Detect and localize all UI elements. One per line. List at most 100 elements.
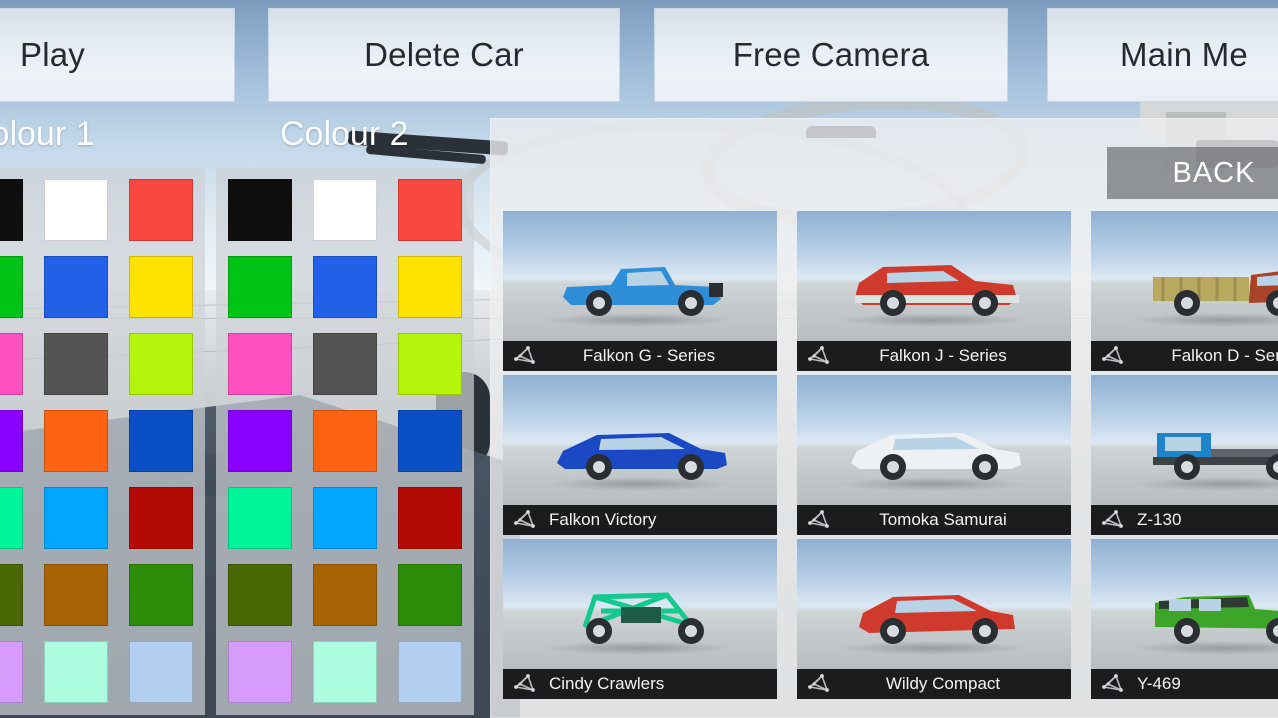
car-thumbnail: [797, 375, 1071, 505]
colour-swatch[interactable]: [0, 410, 23, 472]
colour-swatch[interactable]: [129, 256, 193, 318]
car-card[interactable]: Z-130: [1091, 375, 1278, 535]
colour-swatch[interactable]: [228, 179, 292, 241]
colour-swatch[interactable]: [398, 641, 462, 703]
colour-swatch[interactable]: [129, 641, 193, 703]
delete-car-button-label: Delete Car: [269, 36, 619, 74]
car-label: Falkon G - Series: [503, 341, 777, 371]
prefab-mesh-icon: [805, 673, 831, 695]
car-thumbnail: [797, 539, 1071, 669]
car-label: Wildy Compact: [797, 669, 1071, 699]
colour-swatch[interactable]: [0, 641, 23, 703]
prefab-mesh-icon: [1099, 345, 1125, 367]
car-name: Falkon J - Series: [837, 346, 1071, 366]
main-menu-button[interactable]: Main Me: [1047, 8, 1278, 102]
play-button-label: Play: [0, 36, 234, 74]
car-thumbnail: [1091, 539, 1278, 669]
car-thumbnail: [503, 539, 777, 669]
colour-swatch[interactable]: [0, 564, 23, 626]
prefab-mesh-icon: [511, 345, 537, 367]
car-grid: Falkon G - Series Falkon J - Series: [503, 211, 1278, 699]
car-card[interactable]: Falkon J - Series: [797, 211, 1071, 371]
car-label: Y-469: [1091, 669, 1278, 699]
car-card[interactable]: Falkon G - Series: [503, 211, 777, 371]
colour-swatch[interactable]: [228, 410, 292, 472]
colour-swatch[interactable]: [129, 487, 193, 549]
car-label: Falkon D - Series: [1091, 341, 1278, 371]
car-card[interactable]: Y-469: [1091, 539, 1278, 699]
colour-swatch[interactable]: [228, 256, 292, 318]
colour-swatch[interactable]: [0, 256, 23, 318]
car-name: Falkon D - Series: [1131, 346, 1278, 366]
prefab-mesh-icon: [511, 345, 537, 367]
colour-swatch[interactable]: [44, 410, 108, 472]
prefab-mesh-icon: [511, 673, 537, 695]
colour-swatch[interactable]: [129, 179, 193, 241]
prefab-mesh-icon: [1099, 673, 1125, 695]
colour-swatch[interactable]: [313, 487, 377, 549]
prefab-mesh-icon: [805, 509, 831, 531]
colour-swatch[interactable]: [0, 487, 23, 549]
colour-swatch[interactable]: [398, 564, 462, 626]
colour-swatch[interactable]: [44, 564, 108, 626]
colour-swatch[interactable]: [313, 333, 377, 395]
play-button[interactable]: Play: [0, 8, 235, 102]
colour-swatch[interactable]: [129, 333, 193, 395]
prefab-mesh-icon: [805, 345, 831, 367]
free-camera-button-label: Free Camera: [655, 36, 1007, 74]
car-label: Cindy Crawlers: [503, 669, 777, 699]
colour-swatch[interactable]: [129, 410, 193, 472]
colour-swatch[interactable]: [313, 410, 377, 472]
colour-swatch[interactable]: [0, 333, 23, 395]
colour-swatch[interactable]: [228, 487, 292, 549]
colour-swatch[interactable]: [44, 179, 108, 241]
colour-swatch[interactable]: [228, 333, 292, 395]
car-label: Tomoka Samurai: [797, 505, 1071, 535]
car-name: Falkon G - Series: [543, 346, 777, 366]
colour-swatch[interactable]: [228, 564, 292, 626]
car-thumbnail: [503, 375, 777, 505]
car-thumbnail: [503, 211, 777, 341]
car-card[interactable]: Falkon D - Series: [1091, 211, 1278, 371]
car-name: Z-130: [1131, 510, 1278, 530]
colour-swatch[interactable]: [398, 410, 462, 472]
car-name: Falkon Victory: [543, 510, 777, 530]
top-toolbar: Play Delete Car Free Camera Main Me: [0, 0, 1278, 110]
colour-swatch[interactable]: [129, 564, 193, 626]
prefab-mesh-icon: [511, 509, 537, 531]
car-thumbnail: [1091, 375, 1278, 505]
colour-swatch[interactable]: [0, 179, 23, 241]
colour-swatch[interactable]: [313, 641, 377, 703]
back-button-label: BACK: [1173, 157, 1256, 190]
car-selection-panel: BACK Falkon G - Series Falkon J - Series: [490, 118, 1278, 718]
colour-swatch[interactable]: [398, 179, 462, 241]
colour-swatch[interactable]: [44, 641, 108, 703]
free-camera-button[interactable]: Free Camera: [654, 8, 1008, 102]
car-card[interactable]: Falkon Victory: [503, 375, 777, 535]
colour-swatch[interactable]: [313, 564, 377, 626]
colour-1-palette: [0, 168, 205, 715]
prefab-mesh-icon: [1099, 673, 1125, 695]
prefab-mesh-icon: [1099, 509, 1125, 531]
car-name: Tomoka Samurai: [837, 510, 1071, 530]
car-name: Cindy Crawlers: [543, 674, 777, 694]
colour-swatch[interactable]: [398, 333, 462, 395]
colour-swatch[interactable]: [398, 256, 462, 318]
prefab-mesh-icon: [805, 345, 831, 367]
back-button[interactable]: BACK: [1107, 147, 1278, 199]
colour-swatch[interactable]: [398, 487, 462, 549]
colour-swatch[interactable]: [313, 179, 377, 241]
car-card[interactable]: Wildy Compact: [797, 539, 1071, 699]
delete-car-button[interactable]: Delete Car: [268, 8, 620, 102]
car-label: Falkon J - Series: [797, 341, 1071, 371]
car-label: Z-130: [1091, 505, 1278, 535]
car-card[interactable]: Tomoka Samurai: [797, 375, 1071, 535]
colour-swatch[interactable]: [44, 487, 108, 549]
prefab-mesh-icon: [805, 673, 831, 695]
prefab-mesh-icon: [1099, 345, 1125, 367]
colour-swatch[interactable]: [44, 256, 108, 318]
car-card[interactable]: Cindy Crawlers: [503, 539, 777, 699]
colour-swatch[interactable]: [44, 333, 108, 395]
colour-swatch[interactable]: [313, 256, 377, 318]
colour-swatch[interactable]: [228, 641, 292, 703]
